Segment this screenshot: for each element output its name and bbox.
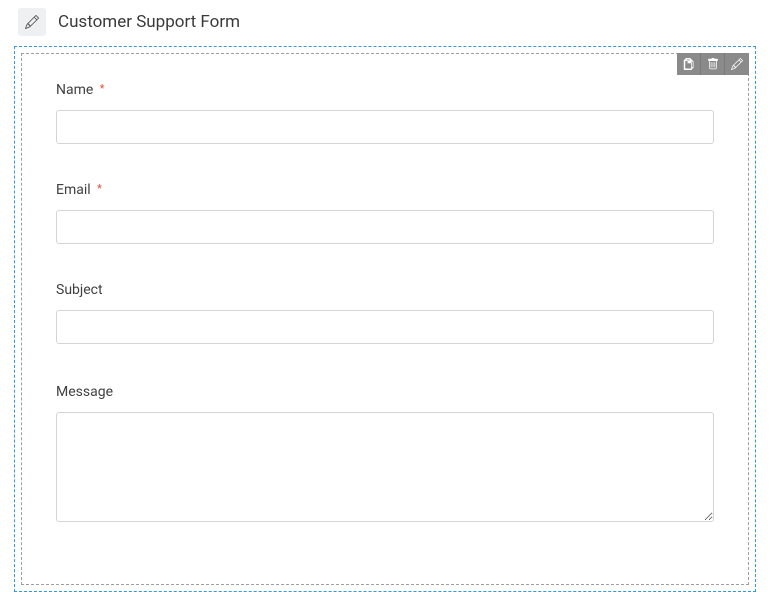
message-label: Message <box>56 384 714 400</box>
copy-icon <box>683 58 695 70</box>
email-label: Email * <box>56 182 714 198</box>
required-indicator: * <box>97 182 102 195</box>
message-input[interactable] <box>56 412 714 522</box>
inner-selection-box[interactable]: Name * Email * Subject Message <box>21 53 749 585</box>
form-header: Customer Support Form <box>0 0 770 46</box>
subject-label-text: Subject <box>56 282 103 298</box>
copy-button[interactable] <box>677 53 701 75</box>
edit-button[interactable] <box>725 53 749 75</box>
subject-field-group: Subject <box>56 282 714 344</box>
email-field-group: Email * <box>56 182 714 244</box>
required-indicator: * <box>100 82 105 95</box>
email-label-text: Email <box>56 182 91 198</box>
subject-input[interactable] <box>56 310 714 344</box>
name-field-group: Name * <box>56 82 714 144</box>
outer-selection-box[interactable]: Name * Email * Subject Message <box>14 46 756 592</box>
trash-icon <box>707 58 719 70</box>
name-label-text: Name <box>56 82 93 98</box>
subject-label: Subject <box>56 282 714 298</box>
message-label-text: Message <box>56 384 113 400</box>
header-edit-icon-box[interactable] <box>18 8 46 36</box>
element-toolbar <box>677 53 749 75</box>
name-input[interactable] <box>56 110 714 144</box>
pencil-icon <box>25 15 39 29</box>
pencil-icon <box>731 58 743 70</box>
email-input[interactable] <box>56 210 714 244</box>
delete-button[interactable] <box>701 53 725 75</box>
page-title: Customer Support Form <box>58 12 240 32</box>
name-label: Name * <box>56 82 714 98</box>
message-field-group: Message <box>56 384 714 526</box>
